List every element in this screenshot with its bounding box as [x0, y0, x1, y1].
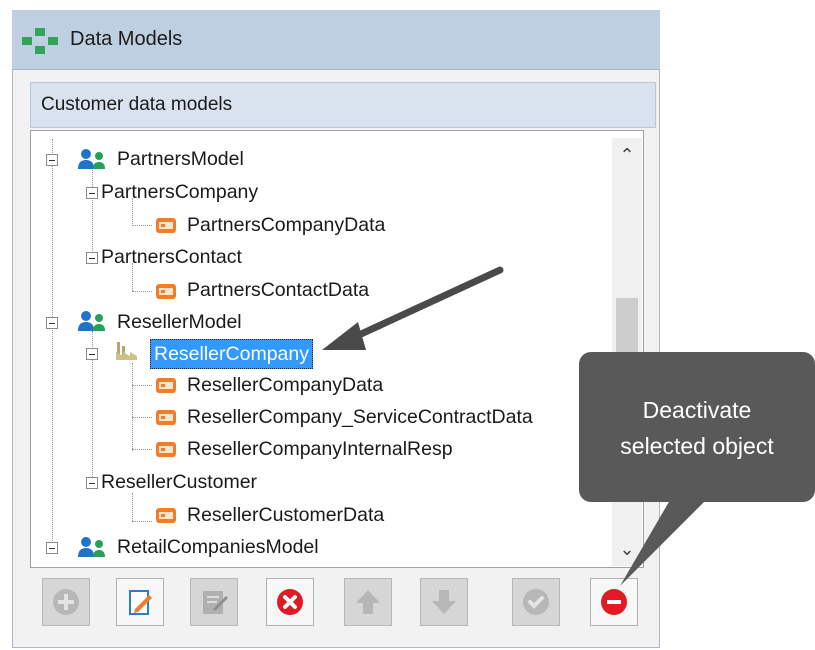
tree-connector [132, 225, 152, 226]
data-card-icon [156, 218, 176, 233]
collapse-toggle[interactable] [46, 154, 58, 166]
activate-icon [523, 589, 549, 615]
data-card-icon [156, 410, 176, 425]
section-header: Customer data models [30, 82, 656, 128]
tree-item-partners-model[interactable]: PartnersModel [117, 145, 244, 173]
data-card-icon [156, 508, 176, 523]
move-down-icon [432, 590, 456, 614]
collapse-toggle[interactable] [46, 317, 58, 329]
tree-item-reseller-service-contract-data[interactable]: ResellerCompany_ServiceContractData [187, 403, 533, 431]
deactivate-tooltip: Deactivate selected object [579, 352, 815, 502]
tree-connector [132, 385, 152, 386]
tree-connector [132, 521, 152, 522]
delete-icon [277, 589, 303, 615]
tree-item-reseller-customer-data[interactable]: ResellerCustomerData [187, 501, 384, 529]
tooltip-line-2: selected object [620, 433, 774, 459]
add-button[interactable] [42, 578, 90, 626]
factory-icon [116, 342, 137, 360]
add-icon [53, 589, 79, 615]
collapse-toggle[interactable] [86, 477, 98, 489]
title-bar: Data Models [12, 10, 660, 70]
tree-item-reseller-customer[interactable]: ResellerCustomer [101, 468, 257, 496]
tree-connector [52, 139, 53, 547]
tree-connector [92, 167, 93, 259]
data-card-icon [156, 378, 176, 393]
tree-connector [132, 449, 152, 450]
model-people-icon [78, 311, 105, 331]
tree-item-partners-contact[interactable]: PartnersContact [101, 243, 242, 271]
tooltip-line-1: Deactivate [642, 397, 752, 423]
move-up-button[interactable] [344, 578, 392, 626]
tree-connector [132, 417, 152, 418]
tree-item-partners-company-data[interactable]: PartnersCompanyData [187, 211, 385, 239]
move-down-button[interactable] [420, 578, 468, 626]
scroll-up-icon[interactable]: ⌃ [612, 138, 642, 172]
collapse-toggle[interactable] [86, 252, 98, 264]
tree-item-reseller-model[interactable]: ResellerModel [117, 308, 242, 336]
edit-icon [129, 590, 152, 615]
action-toolbar [30, 578, 660, 638]
tooltip-pointer [620, 500, 706, 586]
activate-button[interactable] [512, 578, 560, 626]
delete-button[interactable] [266, 578, 314, 626]
tree-item-partners-company[interactable]: PartnersCompany [101, 178, 258, 206]
tree-item-reseller-company-data[interactable]: ResellerCompanyData [187, 371, 383, 399]
window-title: Data Models [70, 28, 183, 50]
collapse-toggle[interactable] [46, 542, 58, 554]
move-up-icon [356, 590, 380, 614]
tree-connector [132, 291, 152, 292]
tree-connector [132, 363, 133, 451]
model-people-icon [78, 149, 105, 169]
tree-item-reseller-internal-resp[interactable]: ResellerCompanyInternalResp [187, 435, 453, 463]
tree-item-retail-companies-model[interactable]: RetailCompaniesModel [117, 533, 319, 561]
annotation-arrow-icon [322, 266, 504, 350]
data-card-icon [156, 284, 176, 299]
tree-connector [132, 493, 133, 521]
section-title: Customer data models [41, 94, 233, 115]
collapse-toggle[interactable] [86, 187, 98, 199]
edit-form-button[interactable] [190, 578, 238, 626]
data-models-icon [22, 28, 58, 54]
edit-form-icon [203, 591, 228, 614]
collapse-toggle[interactable] [86, 348, 98, 360]
edit-button[interactable] [116, 578, 164, 626]
tree-item-reseller-company[interactable]: ResellerCompany [150, 339, 313, 369]
data-card-icon [156, 442, 176, 457]
deactivate-icon [601, 589, 627, 615]
model-people-icon [78, 537, 105, 557]
